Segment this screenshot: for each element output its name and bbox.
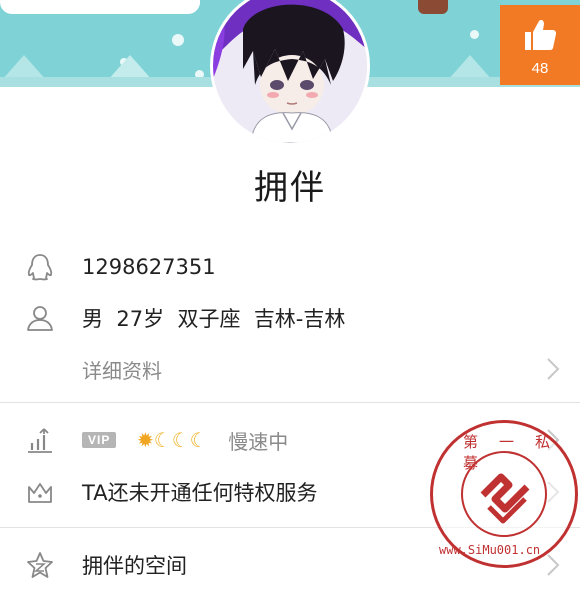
like-count: 48 [531, 60, 549, 77]
vip-speed-status: 慢速中 [228, 429, 289, 454]
level-chart-icon [24, 424, 56, 456]
avatar[interactable] [210, 0, 370, 146]
avatar-image [213, 0, 367, 143]
qq-number-row: 1298627351 [0, 242, 580, 292]
age: 27岁 [116, 307, 165, 331]
vip-level-icons: ✹☾☾☾ [137, 428, 208, 452]
moon-icon: ☾ [189, 428, 208, 452]
profile-name: 拥伴 [254, 168, 326, 208]
zodiac: 双子座 [177, 307, 241, 331]
watermark-top-text: 第 一 私 募 [463, 433, 557, 472]
vip-badge: VIP [82, 432, 117, 448]
section-divider [0, 402, 580, 403]
personal-info-row: 男 27岁 双子座 吉林-吉林 [0, 293, 580, 343]
penguin-icon [24, 251, 56, 283]
moon-icon: ☾ [153, 428, 172, 452]
detail-info-link[interactable]: 详细资料 [0, 344, 580, 394]
watermark-bottom-text: www.SiMu001.cn [439, 543, 541, 557]
thumbs-up-icon [525, 20, 557, 50]
personal-info: 男 27岁 双子座 吉林-吉林 [82, 303, 345, 333]
vip-info: VIP ✹☾☾☾ 慢速中 [82, 426, 288, 455]
star-icon [24, 549, 56, 581]
moon-icon: ☾ [171, 428, 190, 452]
crown-icon [24, 476, 56, 508]
like-button[interactable]: 48 [500, 5, 580, 85]
person-icon [24, 302, 56, 334]
gender: 男 [82, 307, 103, 331]
qq-number: 1298627351 [82, 255, 216, 279]
chevron-right-icon [547, 554, 560, 576]
qzone-label: 拥伴的空间 [82, 554, 187, 578]
detail-info-label: 详细资料 [82, 358, 162, 383]
location: 吉林-吉林 [253, 307, 346, 331]
watermark-stamp: 第 一 私 募 www.SiMu001.cn [430, 420, 578, 568]
chevron-right-icon [547, 358, 560, 380]
sun-icon: ✹ [137, 428, 154, 452]
privilege-text: TA还未开通任何特权服务 [82, 481, 318, 505]
